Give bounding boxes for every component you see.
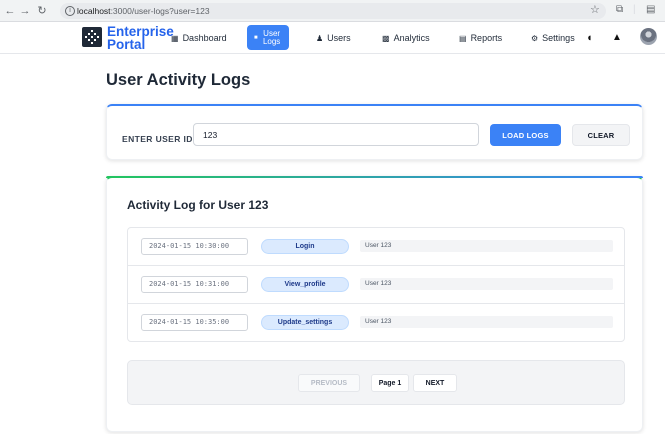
user-reference: User 123	[360, 278, 613, 290]
dark-mode-icon[interactable]: ◖	[586, 32, 593, 44]
nav-dashboard-label: Dashboard	[182, 33, 227, 43]
nav-analytics[interactable]: ▩ Analytics	[382, 22, 430, 54]
address-bar[interactable]: i localhost:3000/user-logs?user=123	[60, 3, 606, 19]
action-badge: Login	[261, 239, 349, 254]
load-logs-button[interactable]: LOAD LOGS	[490, 124, 561, 146]
nav-settings-label: Settings	[542, 33, 575, 43]
previous-page-button[interactable]: PREVIOUS	[298, 374, 360, 392]
extensions-icon[interactable]: ⧉	[616, 4, 623, 15]
brand-name[interactable]: Enterprise Portal	[107, 25, 174, 52]
avatar[interactable]	[640, 28, 657, 45]
user-reference: User 123	[360, 316, 613, 328]
gear-icon: ⚙	[531, 33, 539, 43]
nav-user-logs[interactable]: ■ User Logs	[247, 25, 289, 50]
list-icon: ■	[254, 34, 258, 41]
nav-users-label: Users	[327, 33, 351, 43]
users-icon: ♟	[316, 33, 324, 43]
bookmark-star-icon[interactable]: ☆	[590, 3, 600, 16]
list-item: 2024-01-15 10:30:00 Login User 123	[128, 228, 624, 266]
list-item: 2024-01-15 10:31:00 View_profile User 12…	[128, 266, 624, 304]
action-badge: Update_settings	[261, 315, 349, 330]
site-info-icon[interactable]: i	[65, 6, 75, 16]
bell-icon[interactable]: ▲	[612, 32, 622, 43]
url-host: localhost	[77, 6, 111, 16]
activity-log-card: Activity Log for User 123 2024-01-15 10:…	[106, 176, 643, 432]
reload-icon[interactable]: ↻	[36, 4, 48, 18]
document-icon: ▤	[459, 33, 467, 43]
forward-icon[interactable]: →	[19, 4, 31, 18]
nav-users[interactable]: ♟ Users	[316, 22, 351, 54]
action-badge: View_profile	[261, 277, 349, 292]
user-search-card: ENTER USER ID: LOAD LOGS CLEAR	[106, 104, 643, 160]
chart-icon: ▩	[382, 33, 390, 43]
nav-reports-label: Reports	[470, 33, 503, 43]
activity-log-list: 2024-01-15 10:30:00 Login User 123 2024-…	[127, 227, 625, 342]
current-page-indicator: Page 1	[371, 374, 409, 392]
activity-log-title: Activity Log for User 123	[127, 198, 269, 212]
sidebar-toggle-icon[interactable]: ▤	[646, 4, 655, 15]
page-title: User Activity Logs	[106, 71, 251, 89]
nav-settings[interactable]: ⚙ Settings	[531, 22, 575, 54]
back-icon[interactable]: ←	[4, 4, 16, 18]
brand-line-2: Portal	[107, 37, 146, 52]
timestamp-field: 2024-01-15 10:31:00	[141, 276, 248, 293]
next-page-button[interactable]: NEXT	[413, 374, 457, 392]
browser-toolbar: ← → ↻ i localhost:3000/user-logs?user=12…	[0, 0, 665, 22]
clear-button[interactable]: CLEAR	[572, 124, 630, 146]
app-navbar: Enterprise Portal ▦ Dashboard ■ User Log…	[0, 22, 665, 54]
user-id-label: ENTER USER ID:	[122, 134, 197, 144]
nav-user-logs-label-2: Logs	[262, 36, 281, 46]
url-path: :3000/user-logs?user=123	[110, 6, 210, 16]
nav-analytics-label: Analytics	[393, 33, 430, 43]
pagination: PREVIOUS Page 1 NEXT	[127, 360, 625, 405]
timestamp-field: 2024-01-15 10:35:00	[141, 314, 248, 331]
nav-reports[interactable]: ▤ Reports	[459, 22, 502, 54]
nav-dashboard[interactable]: ▦ Dashboard	[171, 22, 227, 54]
list-item: 2024-01-15 10:35:00 Update_settings User…	[128, 304, 624, 342]
user-id-input[interactable]	[193, 123, 479, 146]
logo-icon[interactable]	[82, 27, 102, 47]
toolbar-divider: |	[633, 4, 636, 15]
user-reference: User 123	[360, 240, 613, 252]
timestamp-field: 2024-01-15 10:30:00	[141, 238, 248, 255]
grid-icon: ▦	[171, 33, 179, 43]
